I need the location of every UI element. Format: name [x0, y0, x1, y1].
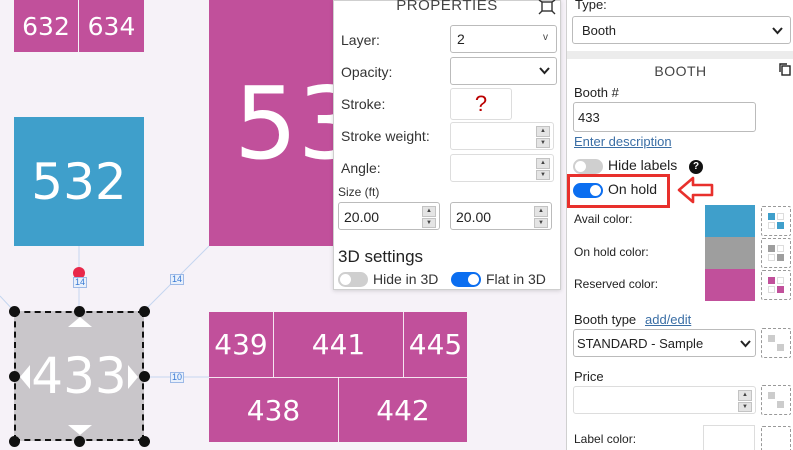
booth-label: 442 — [376, 393, 430, 427]
type-label: Type: — [575, 0, 607, 12]
booth-label: 445 — [408, 328, 463, 361]
distance-label: 14 — [73, 277, 88, 288]
hide-labels-toggle[interactable] — [573, 159, 603, 174]
type-select[interactable]: Booth — [572, 16, 791, 44]
booth-433-selected[interactable]: 433 — [14, 311, 144, 441]
resize-arrow-down-icon[interactable] — [68, 425, 92, 435]
distance-label: 10 — [170, 372, 185, 383]
hide-labels-label: Hide labels — [608, 157, 678, 173]
arrow-left-icon — [677, 176, 714, 204]
properties-panel: PROPERTIES Layer: 2 v Opacity: Stroke: ?… — [333, 0, 561, 290]
booth-445[interactable]: 445 — [404, 312, 467, 377]
booth-label: 441 — [311, 328, 366, 361]
booth-number-input[interactable]: 433 — [573, 102, 756, 132]
reserved-color-picker[interactable] — [761, 270, 791, 300]
resize-handle[interactable] — [139, 306, 150, 317]
label-color-swatch[interactable] — [703, 425, 755, 450]
booth-442[interactable]: 442 — [339, 378, 467, 442]
angle-stepper[interactable]: ▲ ▼ — [536, 158, 550, 180]
fit-icon[interactable] — [538, 0, 556, 15]
size-width-stepper[interactable]: ▲ ▼ — [422, 206, 436, 228]
distance-label: 14 — [170, 274, 185, 285]
hide-in-3d-label: Hide in 3D — [373, 271, 439, 287]
stroke-weight-label: Stroke weight: — [341, 128, 430, 144]
avail-color-picker[interactable] — [761, 206, 791, 236]
booth-type-select[interactable]: STANDARD - Sample — [573, 329, 756, 357]
booth-type-label: Booth type — [574, 312, 637, 327]
resize-handle[interactable] — [139, 436, 150, 447]
onhold-color-picker[interactable] — [761, 238, 791, 268]
booth-number-value: 433 — [578, 110, 600, 125]
booth-section-title: BOOTH — [654, 63, 707, 79]
chevron-down-icon — [740, 340, 751, 348]
booth-label: 438 — [246, 393, 301, 427]
opacity-label: Opacity: — [341, 64, 393, 80]
resize-handle[interactable] — [74, 306, 85, 317]
size-width-input[interactable]: 20.00 ▲ ▼ — [338, 202, 440, 230]
booth-438[interactable]: 438 — [209, 378, 338, 442]
reserved-color-swatch[interactable] — [705, 269, 755, 301]
price-input[interactable]: ▲ ▼ — [573, 386, 756, 414]
size-height-value: 20.00 — [456, 209, 492, 225]
on-hold-label: On hold — [608, 181, 658, 197]
type-value: Booth — [582, 23, 616, 38]
layer-label: Layer: — [341, 32, 380, 48]
size-label: Size (ft) — [338, 185, 380, 199]
booth-label: 433 — [31, 347, 127, 405]
resize-arrow-left-icon[interactable] — [20, 365, 30, 389]
avail-color-swatch[interactable] — [705, 205, 755, 237]
booth-group: 439 441 445 438 442 — [209, 312, 467, 442]
on-hold-toggle[interactable] — [573, 183, 603, 198]
enter-description-link[interactable]: Enter description — [574, 134, 672, 149]
onhold-color-swatch[interactable] — [705, 237, 755, 269]
resize-arrow-up-icon[interactable] — [68, 317, 92, 327]
stroke-value: ? — [474, 91, 488, 116]
help-icon[interactable]: ? — [689, 160, 703, 174]
reserved-color-label: Reserved color: — [574, 277, 659, 291]
booth-type-add-edit-link[interactable]: add/edit — [645, 312, 691, 327]
properties-title: PROPERTIES — [396, 0, 498, 14]
stroke-weight-input[interactable]: ▲ ▼ — [450, 122, 554, 150]
label-color-picker[interactable] — [761, 426, 791, 450]
stroke-weight-stepper[interactable]: ▲ ▼ — [536, 126, 550, 148]
copy-icon[interactable] — [779, 63, 791, 76]
booth-label: 439 — [214, 328, 268, 361]
onhold-color-label: On hold color: — [574, 245, 649, 259]
size-width-value: 20.00 — [344, 209, 380, 225]
resize-handle[interactable] — [9, 371, 20, 382]
resize-handle[interactable] — [9, 436, 20, 447]
resize-handle[interactable] — [9, 306, 20, 317]
booth-sidebar: Type: Booth BOOTH Booth # 433 Enter desc… — [566, 0, 793, 450]
size-height-stepper[interactable]: ▲ ▼ — [534, 206, 548, 228]
section-divider — [567, 51, 793, 59]
chevron-down-icon: v — [543, 32, 548, 43]
avail-color-label: Avail color: — [574, 212, 633, 226]
3d-settings-title: 3D settings — [338, 247, 424, 266]
resize-handle[interactable] — [139, 371, 150, 382]
chevron-down-icon — [539, 67, 550, 75]
booth-439[interactable]: 439 — [209, 312, 273, 377]
booth-441[interactable]: 441 — [274, 312, 403, 377]
flat-in-3d-label: Flat in 3D — [486, 271, 546, 287]
label-color-label: Label color: — [574, 432, 637, 446]
layer-value: 2 — [457, 31, 465, 47]
booth-type-value: STANDARD - Sample — [577, 336, 704, 351]
size-height-input[interactable]: 20.00 ▲ ▼ — [450, 202, 552, 230]
flat-in-3d-toggle[interactable] — [451, 272, 481, 287]
resize-arrow-right-icon[interactable] — [128, 365, 138, 389]
price-picker[interactable] — [761, 385, 791, 415]
hide-in-3d-toggle[interactable] — [338, 272, 368, 287]
resize-handle[interactable] — [74, 436, 85, 447]
booth-type-picker[interactable] — [761, 328, 791, 358]
price-label: Price — [574, 369, 604, 384]
angle-input[interactable]: ▲ ▼ — [450, 154, 554, 182]
stroke-label: Stroke: — [341, 96, 386, 112]
layer-select[interactable]: 2 v — [450, 25, 557, 53]
chevron-down-icon — [772, 27, 783, 35]
booth-number-label: Booth # — [574, 85, 619, 100]
opacity-select[interactable] — [450, 57, 557, 85]
stroke-color-picker[interactable]: ? — [450, 88, 512, 120]
angle-label: Angle: — [341, 160, 381, 176]
price-stepper[interactable]: ▲ ▼ — [738, 390, 752, 412]
